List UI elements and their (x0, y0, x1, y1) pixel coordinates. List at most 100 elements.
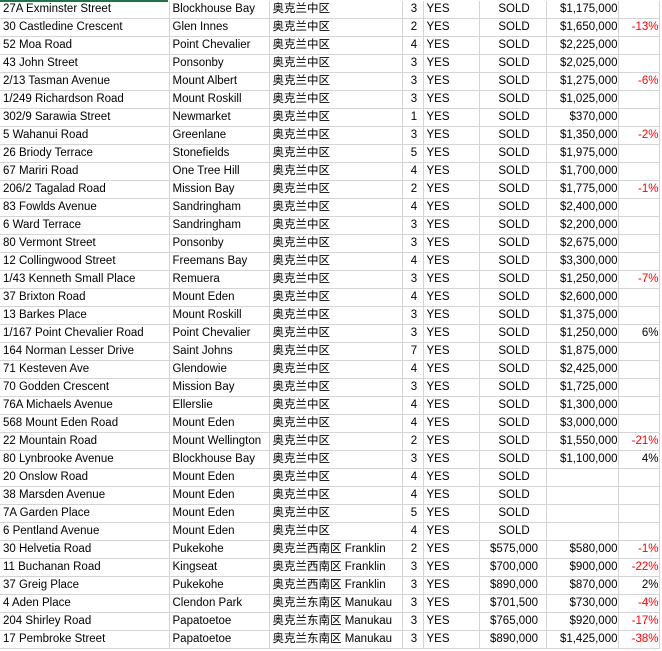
status-cell[interactable]: $765,000 (479, 612, 547, 631)
region-cell[interactable]: 奥克兰中区 (269, 522, 403, 541)
bedrooms-cell[interactable]: 2 (402, 180, 424, 199)
change-cell[interactable] (618, 396, 660, 415)
suburb-cell[interactable]: Ponsonby (169, 54, 270, 73)
price-cell[interactable]: $3,300,000 (546, 252, 619, 271)
change-cell[interactable] (618, 414, 660, 433)
status-cell[interactable]: SOLD (479, 324, 547, 343)
change-cell[interactable]: -4% (618, 594, 660, 613)
status-cell[interactable]: SOLD (479, 180, 547, 199)
listed-cell[interactable]: YES (423, 1, 480, 19)
bedrooms-cell[interactable]: 4 (402, 522, 424, 541)
suburb-cell[interactable]: Mount Roskill (169, 90, 270, 109)
status-cell[interactable]: SOLD (479, 144, 547, 163)
change-cell[interactable]: -6% (618, 72, 660, 91)
suburb-cell[interactable]: Sandringham (169, 198, 270, 217)
change-cell[interactable]: -1% (618, 540, 660, 559)
bedrooms-cell[interactable]: 3 (402, 306, 424, 325)
bedrooms-cell[interactable]: 3 (402, 594, 424, 613)
price-cell[interactable]: $900,000 (546, 558, 619, 577)
change-cell[interactable]: -38% (618, 630, 660, 649)
change-cell[interactable] (618, 306, 660, 325)
status-cell[interactable]: SOLD (479, 54, 547, 73)
region-cell[interactable]: 奥克兰中区 (269, 504, 403, 523)
region-cell[interactable]: 奥克兰中区 (269, 36, 403, 55)
bedrooms-cell[interactable]: 3 (402, 612, 424, 631)
address-cell[interactable]: 37 Brixton Road (0, 288, 170, 307)
region-cell[interactable]: 奥克兰中区 (269, 288, 403, 307)
bedrooms-cell[interactable]: 3 (402, 558, 424, 577)
listed-cell[interactable]: YES (423, 198, 480, 217)
listed-cell[interactable]: YES (423, 36, 480, 55)
listed-cell[interactable]: YES (423, 234, 480, 253)
price-cell[interactable]: $1,350,000 (546, 126, 619, 145)
address-cell[interactable]: 27A Exminster Street (0, 1, 170, 19)
suburb-cell[interactable]: Blockhouse Bay (169, 450, 270, 469)
listed-cell[interactable]: YES (423, 558, 480, 577)
suburb-cell[interactable]: Glendowie (169, 360, 270, 379)
change-cell[interactable] (618, 360, 660, 379)
price-cell[interactable]: $870,000 (546, 576, 619, 595)
address-cell[interactable]: 302/9 Sarawia Street (0, 108, 170, 127)
suburb-cell[interactable]: Papatoetoe (169, 612, 270, 631)
status-cell[interactable]: SOLD (479, 378, 547, 397)
bedrooms-cell[interactable]: 3 (402, 234, 424, 253)
bedrooms-cell[interactable]: 3 (402, 450, 424, 469)
address-cell[interactable]: 2/13 Tasman Avenue (0, 72, 170, 91)
change-cell[interactable]: -13% (618, 18, 660, 37)
address-cell[interactable]: 30 Castledine Crescent (0, 18, 170, 37)
suburb-cell[interactable]: Ellerslie (169, 396, 270, 415)
status-cell[interactable]: SOLD (479, 342, 547, 361)
bedrooms-cell[interactable]: 4 (402, 36, 424, 55)
bedrooms-cell[interactable]: 2 (402, 18, 424, 37)
listed-cell[interactable]: YES (423, 108, 480, 127)
region-cell[interactable]: 奥克兰西南区 Franklin (269, 558, 403, 577)
listed-cell[interactable]: YES (423, 18, 480, 37)
bedrooms-cell[interactable]: 4 (402, 468, 424, 487)
region-cell[interactable]: 奥克兰中区 (269, 90, 403, 109)
suburb-cell[interactable]: Mount Eden (169, 522, 270, 541)
listed-cell[interactable]: YES (423, 468, 480, 487)
price-cell[interactable]: $1,650,000 (546, 18, 619, 37)
suburb-cell[interactable]: Blockhouse Bay (169, 1, 270, 19)
suburb-cell[interactable]: Mount Roskill (169, 306, 270, 325)
status-cell[interactable]: SOLD (479, 252, 547, 271)
address-cell[interactable]: 80 Vermont Street (0, 234, 170, 253)
suburb-cell[interactable]: Pukekohe (169, 576, 270, 595)
listed-cell[interactable]: YES (423, 414, 480, 433)
bedrooms-cell[interactable]: 1 (402, 108, 424, 127)
suburb-cell[interactable]: Freemans Bay (169, 252, 270, 271)
listed-cell[interactable]: YES (423, 504, 480, 523)
listed-cell[interactable]: YES (423, 72, 480, 91)
status-cell[interactable]: SOLD (479, 486, 547, 505)
suburb-cell[interactable]: Mount Eden (169, 486, 270, 505)
listed-cell[interactable]: YES (423, 216, 480, 235)
status-cell[interactable]: SOLD (479, 18, 547, 37)
status-cell[interactable]: SOLD (479, 522, 547, 541)
bedrooms-cell[interactable]: 4 (402, 198, 424, 217)
price-cell[interactable]: $2,225,000 (546, 36, 619, 55)
price-cell[interactable]: $1,550,000 (546, 432, 619, 451)
change-cell[interactable]: 2% (618, 576, 660, 595)
bedrooms-cell[interactable]: 4 (402, 288, 424, 307)
region-cell[interactable]: 奥克兰中区 (269, 144, 403, 163)
change-cell[interactable] (618, 486, 660, 505)
address-cell[interactable]: 80 Lynbrooke Avenue (0, 450, 170, 469)
change-cell[interactable] (618, 522, 660, 541)
address-cell[interactable]: 4 Aden Place (0, 594, 170, 613)
address-cell[interactable]: 83 Fowlds Avenue (0, 198, 170, 217)
price-cell[interactable]: $2,425,000 (546, 360, 619, 379)
status-cell[interactable]: SOLD (479, 198, 547, 217)
status-cell[interactable]: SOLD (479, 1, 547, 19)
bedrooms-cell[interactable]: 4 (402, 252, 424, 271)
price-cell[interactable]: $1,100,000 (546, 450, 619, 469)
region-cell[interactable]: 奥克兰中区 (269, 378, 403, 397)
suburb-cell[interactable]: Ponsonby (169, 234, 270, 253)
status-cell[interactable]: SOLD (479, 90, 547, 109)
price-cell[interactable]: $1,775,000 (546, 180, 619, 199)
region-cell[interactable]: 奥克兰西南区 Franklin (269, 540, 403, 559)
region-cell[interactable]: 奥克兰中区 (269, 306, 403, 325)
listed-cell[interactable]: YES (423, 126, 480, 145)
bedrooms-cell[interactable]: 5 (402, 144, 424, 163)
change-cell[interactable]: 6% (618, 324, 660, 343)
suburb-cell[interactable]: Mission Bay (169, 378, 270, 397)
